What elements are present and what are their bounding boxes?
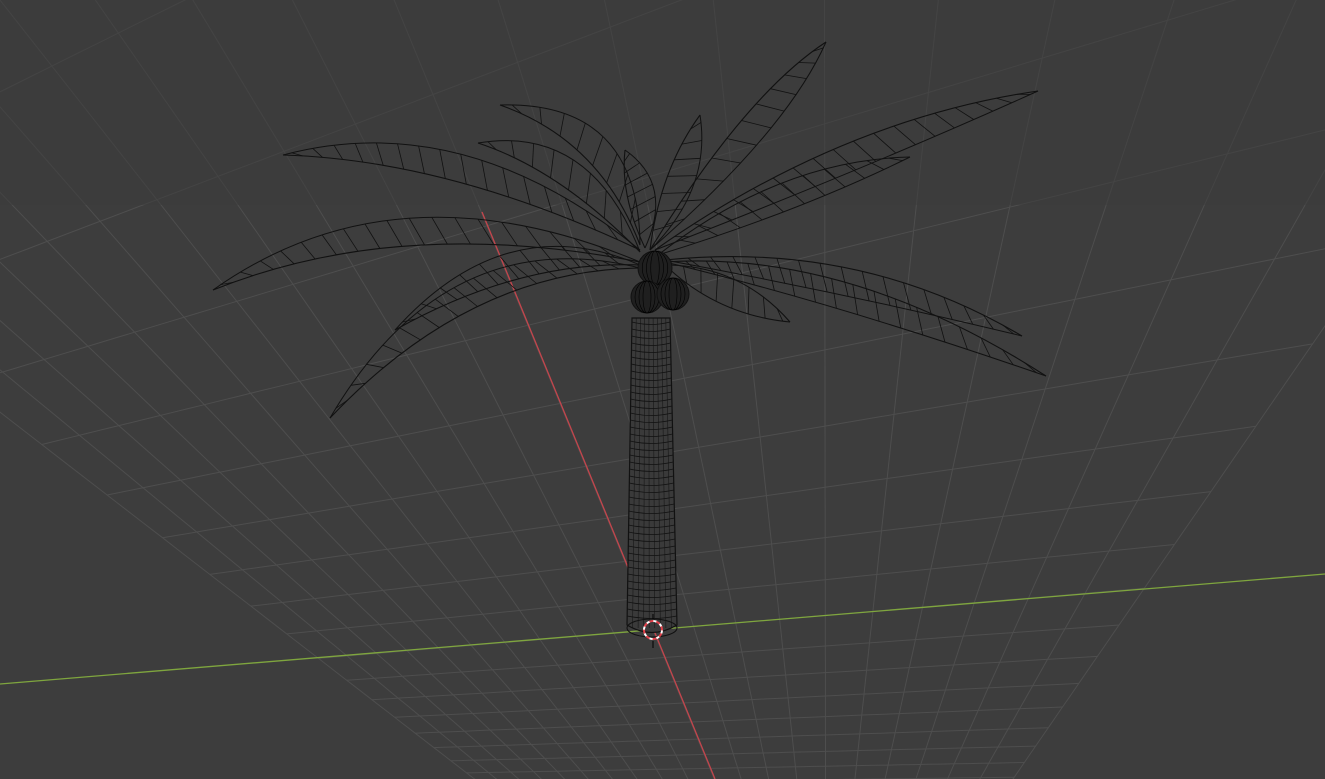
frond-rib bbox=[343, 228, 359, 252]
frond-rib bbox=[321, 234, 337, 256]
frond-edge bbox=[664, 259, 1023, 337]
viewport-canvas[interactable] bbox=[0, 0, 1325, 779]
frond-rib bbox=[386, 220, 403, 247]
frond-rib bbox=[408, 218, 425, 245]
frond-rib bbox=[1024, 362, 1037, 374]
frond-rib bbox=[882, 276, 891, 306]
frond-rib bbox=[513, 264, 537, 284]
frond-rib bbox=[501, 221, 518, 246]
frond-rib bbox=[747, 263, 755, 286]
frond-rib bbox=[454, 217, 471, 245]
grid-line-v bbox=[433, 727, 1049, 749]
trunk bbox=[626, 317, 678, 638]
coconuts bbox=[630, 250, 690, 314]
grid-line-v bbox=[346, 624, 1120, 681]
frond-rib bbox=[731, 279, 735, 309]
frond-rib bbox=[873, 291, 880, 322]
coconut bbox=[656, 277, 690, 311]
frond-rib bbox=[768, 265, 775, 291]
frond-rib bbox=[776, 308, 784, 322]
grid-line-v bbox=[286, 544, 1175, 635]
frond-rib bbox=[810, 273, 816, 303]
frond-rib bbox=[416, 312, 440, 328]
frond-edge bbox=[212, 216, 641, 291]
frond-rib bbox=[382, 344, 403, 354]
grid-line-v bbox=[371, 655, 1098, 701]
grid-line-v bbox=[450, 745, 1036, 762]
grid-line-v bbox=[394, 682, 1079, 718]
3d-viewport[interactable] bbox=[0, 0, 1325, 779]
frond-rib bbox=[656, 208, 683, 212]
frond-edge bbox=[664, 261, 1047, 377]
frond-rib bbox=[399, 327, 421, 341]
frond-rib bbox=[894, 298, 902, 329]
frond-rib bbox=[715, 272, 719, 302]
frond-rib bbox=[300, 242, 316, 260]
frond-rib bbox=[364, 223, 381, 249]
frond-rib bbox=[260, 260, 274, 270]
frond-rib bbox=[937, 316, 946, 343]
frond bbox=[394, 245, 641, 331]
frond-rib bbox=[763, 297, 766, 319]
frond-rib bbox=[549, 231, 566, 251]
frond-spine bbox=[329, 267, 641, 419]
frond-rib bbox=[280, 250, 295, 265]
frond-rib bbox=[852, 284, 858, 315]
frond-edge bbox=[329, 258, 641, 419]
grid-line-v bbox=[415, 706, 1063, 734]
horizon-fade bbox=[0, 0, 1325, 205]
frond-rib bbox=[453, 287, 478, 307]
frond-rib bbox=[861, 271, 870, 301]
frond-rib bbox=[789, 269, 796, 297]
frond-rib bbox=[747, 287, 750, 314]
frond-edge bbox=[394, 245, 641, 331]
frond-rib bbox=[335, 399, 348, 409]
frond bbox=[664, 256, 1023, 337]
frond-rib bbox=[776, 258, 786, 284]
frond-rib bbox=[798, 260, 807, 288]
frond-rib bbox=[240, 271, 254, 276]
frond bbox=[329, 258, 641, 419]
frond bbox=[212, 216, 641, 291]
frond-rib bbox=[366, 363, 384, 368]
frond-spine bbox=[664, 256, 1023, 337]
frond-rib bbox=[473, 277, 498, 299]
frond-rib bbox=[678, 239, 696, 244]
